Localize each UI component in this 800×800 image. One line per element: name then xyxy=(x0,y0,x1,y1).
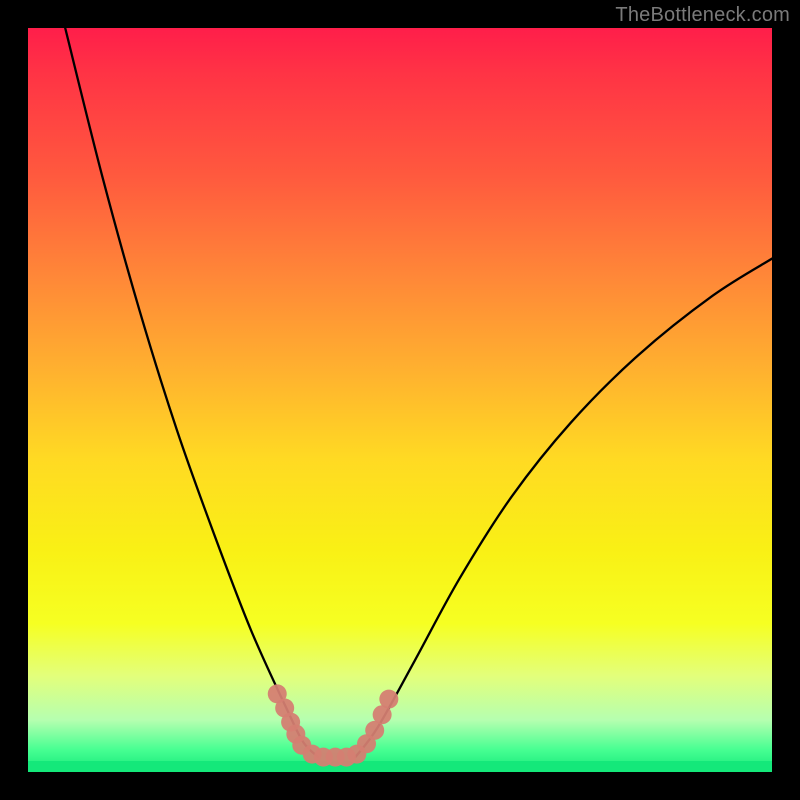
curve-left-line xyxy=(65,28,318,757)
salmon-marker xyxy=(379,690,398,709)
plot-area xyxy=(28,28,772,772)
chart-root: TheBottleneck.com xyxy=(0,0,800,800)
watermark-text: TheBottleneck.com xyxy=(615,4,790,27)
curves-svg xyxy=(28,28,772,772)
curve-right-line xyxy=(355,259,772,757)
salmon-markers xyxy=(268,684,399,766)
